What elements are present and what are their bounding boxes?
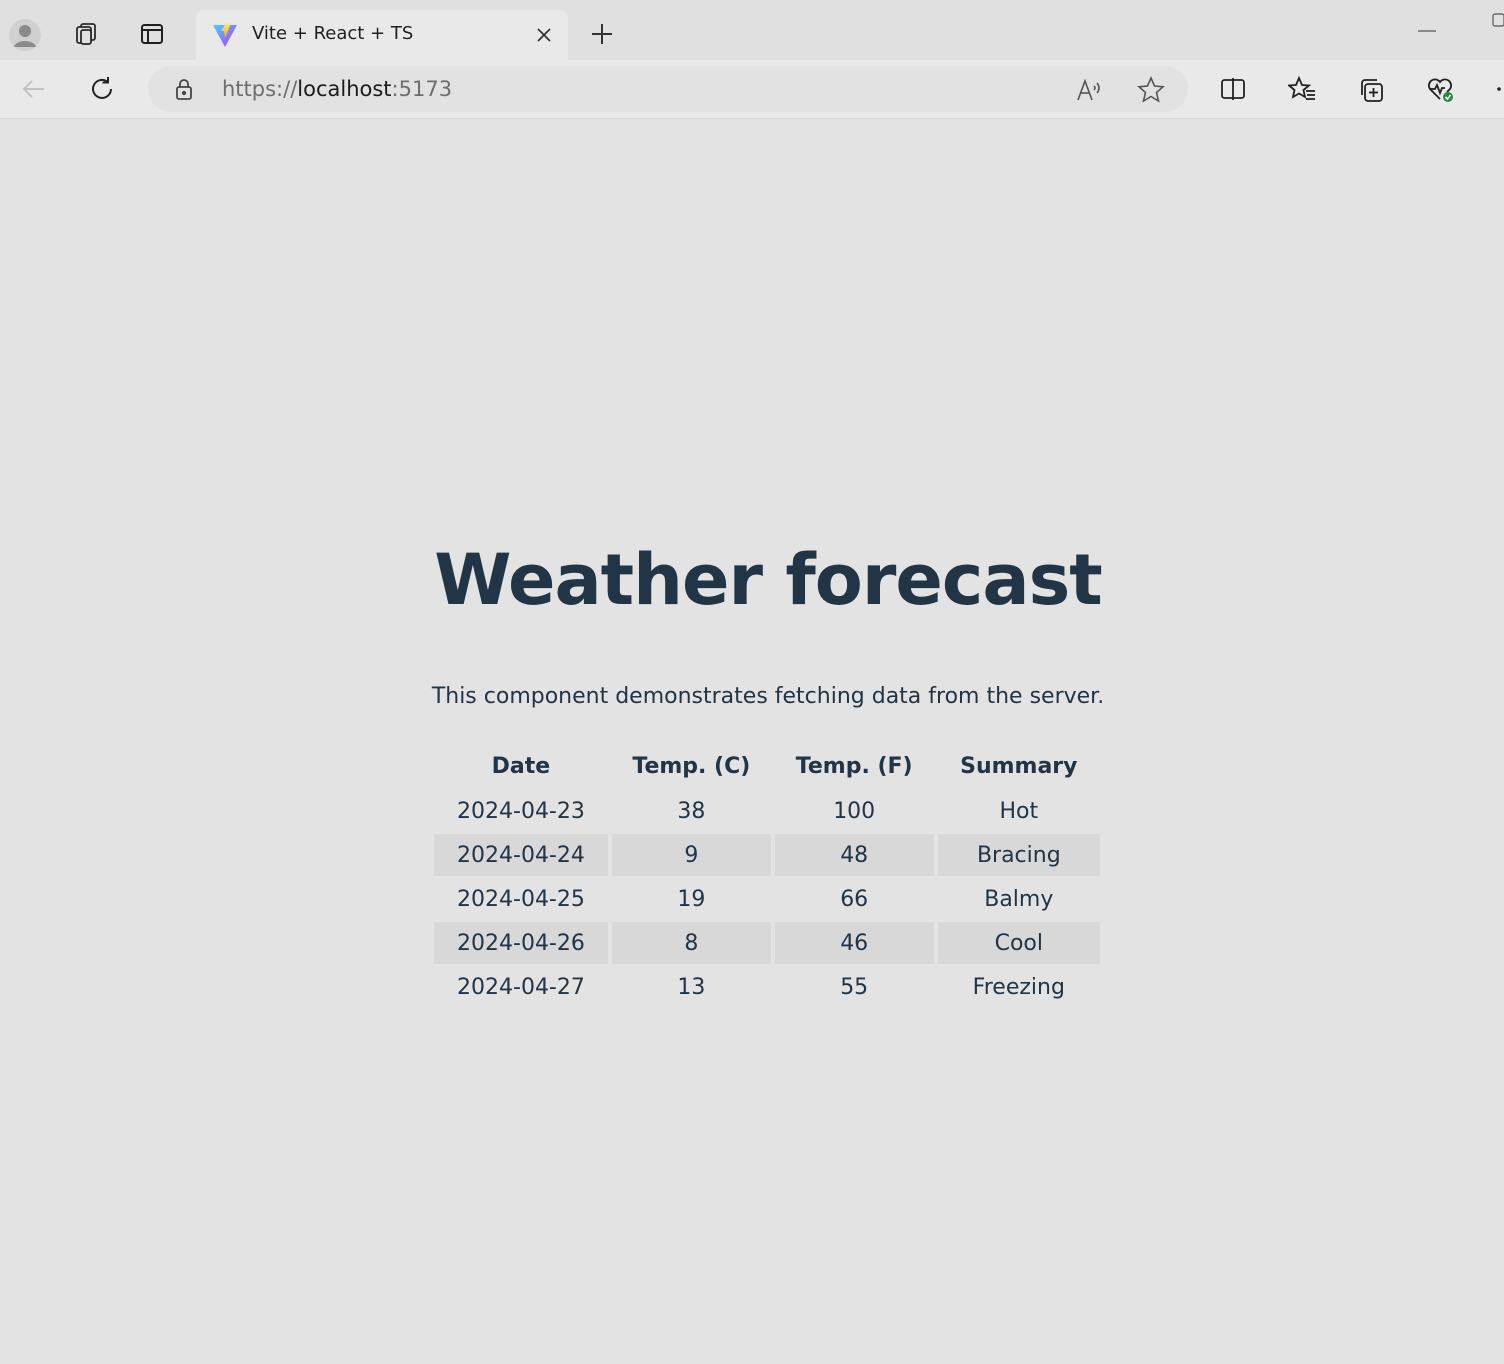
browser-toolbar: https://localhost:5173 (0, 60, 1504, 119)
browser-window: Vite + React + TS https://localhost:5173… (0, 0, 1504, 1364)
plus-icon[interactable] (582, 14, 622, 54)
page-content: Weather forecast This component demonstr… (0, 119, 1504, 1364)
table-row: 2024-04-24 9 48 Bracing (434, 834, 1100, 876)
table-header-row: Date Temp. (C) Temp. (F) Summary (434, 744, 1100, 788)
cell-summary: Cool (937, 922, 1100, 964)
header-date: Date (491, 753, 551, 779)
more-options-icon[interactable] (1482, 69, 1504, 109)
close-icon[interactable] (532, 23, 556, 47)
maximize-icon[interactable] (1490, 12, 1504, 28)
cell-summary: Bracing (937, 834, 1100, 876)
cell-date: 2024-04-26 (434, 922, 608, 964)
cell-summary: Balmy (984, 886, 1054, 912)
cell-temp-c: 8 (611, 922, 771, 964)
address-bar[interactable]: https://localhost:5173 (148, 66, 1188, 112)
cell-temp-c: 19 (677, 886, 706, 912)
collections-icon[interactable] (1351, 69, 1391, 109)
cell-summary: Freezing (972, 974, 1065, 1000)
header-temp-f: Temp. (F) (795, 753, 913, 779)
header-temp-c: Temp. (C) (632, 753, 751, 779)
cell-date: 2024-04-24 (434, 834, 608, 876)
favorites-icon[interactable] (1282, 69, 1322, 109)
cell-temp-f: 66 (840, 886, 869, 912)
table-row: 2024-04-25 19 66 Balmy (434, 878, 1100, 920)
cell-summary: Hot (999, 798, 1039, 824)
profile-avatar-icon[interactable] (8, 18, 42, 52)
table-row: 2024-04-23 38 100 Hot (434, 790, 1100, 832)
cell-temp-c: 13 (677, 974, 706, 1000)
cell-temp-f: 100 (833, 798, 876, 824)
cell-date: 2024-04-25 (457, 886, 585, 912)
header-summary: Summary (960, 753, 1078, 779)
url-port: :5173 (391, 77, 453, 101)
refresh-icon[interactable] (82, 69, 122, 109)
url-host: localhost (297, 77, 392, 101)
arrow-left-icon[interactable] (14, 69, 54, 109)
cell-temp-f: 55 (840, 974, 869, 1000)
vite-logo-icon (212, 22, 238, 48)
url-text[interactable]: https://localhost:5173 (222, 77, 452, 101)
tab-title: Vite + React + TS (252, 23, 414, 44)
cell-temp-f: 46 (774, 922, 934, 964)
table-row: 2024-04-27 13 55 Freezing (434, 966, 1100, 1008)
table-row: 2024-04-26 8 46 Cool (434, 922, 1100, 964)
minimize-icon[interactable] (1418, 18, 1438, 32)
page-intro: This component demonstrates fetching dat… (431, 684, 1105, 709)
forecast-table: Date Temp. (C) Temp. (F) Summary 2024-04… (430, 742, 1104, 1010)
cell-temp-c: 38 (677, 798, 706, 824)
lock-icon[interactable] (172, 77, 196, 101)
tab-strip: Vite + React + TS (0, 0, 1504, 64)
cell-date: 2024-04-27 (457, 974, 585, 1000)
tab-actions-icon[interactable] (132, 14, 172, 54)
cell-date: 2024-04-23 (457, 798, 585, 824)
split-screen-icon[interactable] (1213, 69, 1253, 109)
page-title: Weather forecast (434, 539, 1103, 621)
star-icon[interactable] (1136, 75, 1166, 105)
url-scheme: https:// (222, 77, 298, 101)
tab-active[interactable]: Vite + React + TS (196, 10, 568, 60)
workspaces-icon[interactable] (66, 14, 106, 54)
cell-temp-c: 9 (611, 834, 771, 876)
read-aloud-icon[interactable] (1074, 75, 1104, 105)
cell-temp-f: 48 (774, 834, 934, 876)
heart-pulse-icon[interactable] (1420, 69, 1460, 109)
